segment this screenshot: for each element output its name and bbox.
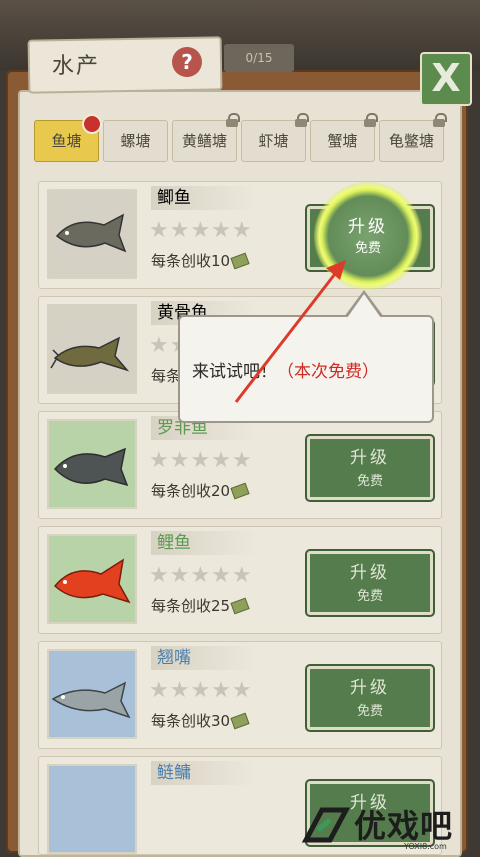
watermark-text: 优戏吧 xyxy=(354,807,454,845)
watermark-url: YOXI8.com xyxy=(404,842,447,851)
tutorial-arrow-icon xyxy=(234,260,346,403)
